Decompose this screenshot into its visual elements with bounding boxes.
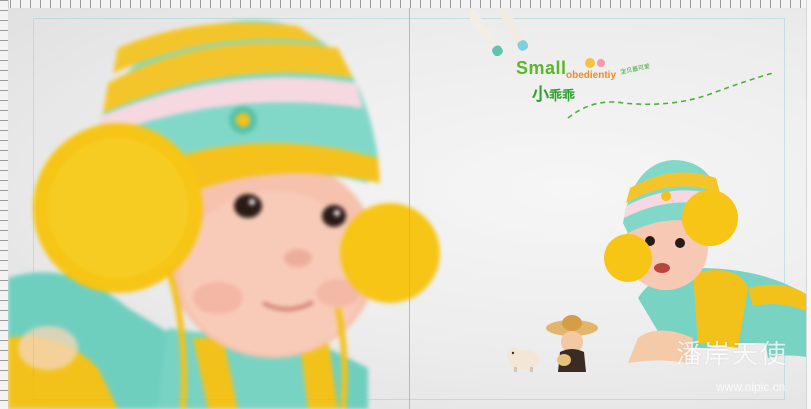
dashed-swirl-decoration — [567, 72, 774, 119]
watermark-chinese: 潘岸天使 — [676, 340, 789, 370]
title-english: Small — [516, 58, 567, 78]
vertical-guide-line[interactable] — [409, 8, 410, 409]
toy-figurines — [507, 315, 598, 372]
baby-photo-large — [8, 8, 448, 409]
title-chinese-main: 小 — [532, 85, 549, 105]
vertical-scrollbar[interactable] — [806, 0, 811, 409]
watermark-url: www.nipic.cn — [716, 380, 786, 394]
crayons-decoration — [470, 8, 529, 56]
document-canvas[interactable]: Small obedientiy 小乖乖 宝贝最可爱 潘岸天使 www.nipi… — [8, 8, 811, 409]
